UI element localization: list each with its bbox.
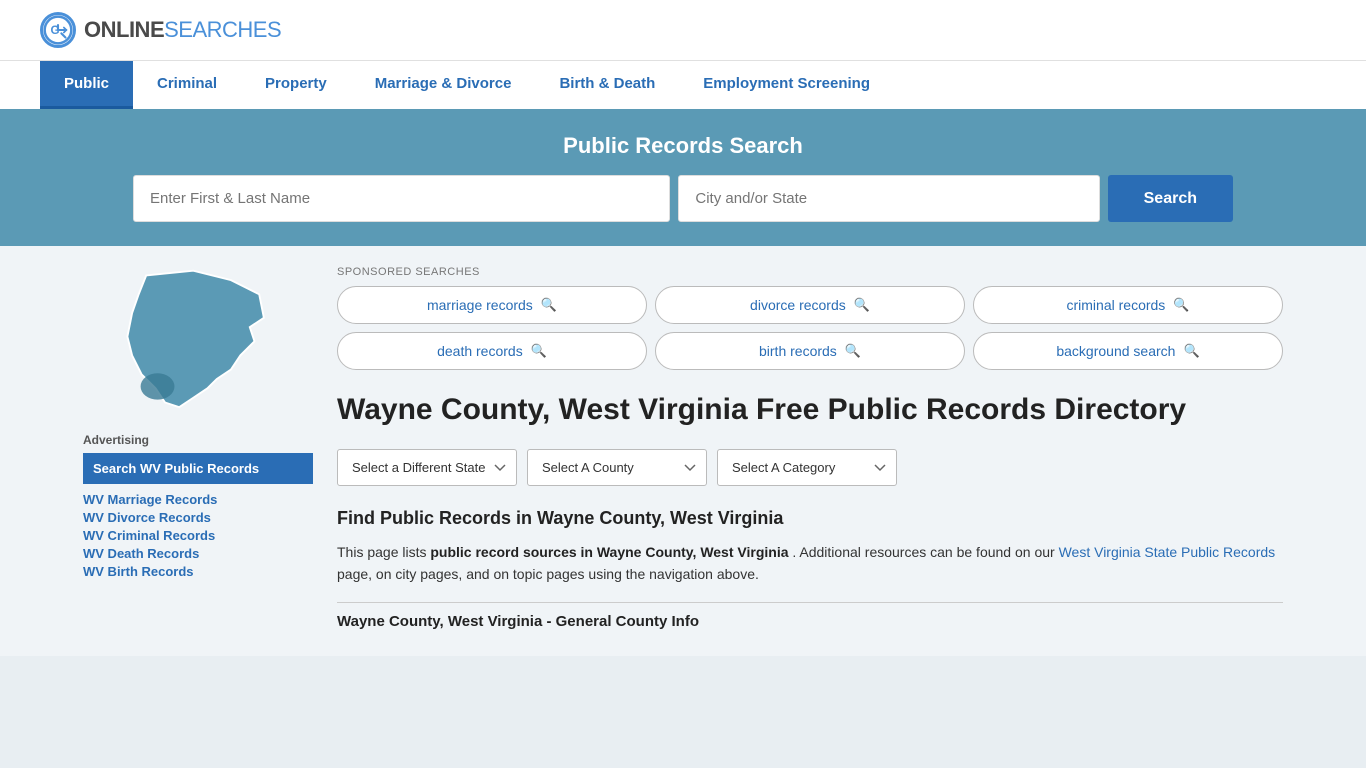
logo[interactable]: G ONLINE SEARCHES [40,12,281,48]
banner-title: Public Records Search [40,133,1326,159]
sponsored-label: SPONSORED SEARCHES [337,266,1283,278]
main-nav: Public Criminal Property Marriage & Divo… [0,60,1366,109]
sponsored-divorce-label: divorce records [750,297,846,313]
category-dropdown[interactable]: Select A Category [717,449,897,486]
sponsored-marriage-label: marriage records [427,297,533,313]
name-input[interactable] [133,175,670,222]
find-records-title: Find Public Records in Wayne County, Wes… [337,508,1283,529]
find-desc-text1: This page lists [337,544,430,560]
nav-public[interactable]: Public [40,61,133,109]
city-input[interactable] [678,175,1099,222]
search-button[interactable]: Search [1108,175,1233,222]
find-desc-text2: . Additional resources can be found on o… [792,544,1058,560]
nav-criminal[interactable]: Criminal [133,61,241,109]
nav-employment[interactable]: Employment Screening [679,61,894,109]
search-icon-2: 🔍 [854,297,870,313]
nav-marriage-divorce[interactable]: Marriage & Divorce [351,61,536,109]
wv-map [118,266,278,417]
sidebar-link-criminal[interactable]: WV Criminal Records [83,528,313,543]
sponsored-marriage[interactable]: marriage records 🔍 [337,286,647,324]
logo-text: ONLINE SEARCHES [84,17,281,43]
header: G ONLINE SEARCHES [0,0,1366,60]
sidebar-ad-label: Advertising [83,433,313,447]
banner-search-row: Search [133,175,1233,222]
county-title: Wayne County, West Virginia Free Public … [337,390,1283,429]
county-info-title: Wayne County, West Virginia - General Co… [337,602,1283,636]
search-icon-5: 🔍 [845,343,861,359]
sidebar-link-marriage[interactable]: WV Marriage Records [83,492,313,507]
state-dropdown[interactable]: Select a Different State [337,449,517,486]
sidebar-link-birth[interactable]: WV Birth Records [83,564,313,579]
sponsored-background[interactable]: background search 🔍 [973,332,1283,370]
nav-birth-death[interactable]: Birth & Death [535,61,679,109]
sponsored-birth[interactable]: birth records 🔍 [655,332,965,370]
logo-online: ONLINE [84,17,164,43]
find-desc-text3: page, on city pages, and on topic pages … [337,566,759,582]
dropdowns-row: Select a Different State Select A County… [337,449,1283,486]
logo-icon: G [40,12,76,48]
sponsored-criminal-label: criminal records [1067,297,1166,313]
main-content: Advertising Search WV Public Records WV … [63,246,1303,656]
find-records-desc: This page lists public record sources in… [337,541,1283,586]
find-desc-bold: public record sources in Wayne County, W… [430,544,788,560]
svg-text:G: G [51,24,60,37]
sponsored-death-label: death records [437,343,523,359]
sidebar: Advertising Search WV Public Records WV … [83,266,313,636]
content-area: SPONSORED SEARCHES marriage records 🔍 di… [337,266,1283,636]
search-icon-6: 🔍 [1183,343,1199,359]
search-icon-4: 🔍 [531,343,547,359]
search-icon-3: 🔍 [1173,297,1189,313]
logo-svg: G [43,12,73,48]
sponsored-grid: marriage records 🔍 divorce records 🔍 cri… [337,286,1283,370]
sidebar-ad-button[interactable]: Search WV Public Records [83,453,313,484]
nav-property[interactable]: Property [241,61,351,109]
sponsored-divorce[interactable]: divorce records 🔍 [655,286,965,324]
sponsored-background-label: background search [1056,343,1175,359]
sponsored-death[interactable]: death records 🔍 [337,332,647,370]
wv-state-records-link[interactable]: West Virginia State Public Records [1059,544,1276,560]
sidebar-links: WV Marriage Records WV Divorce Records W… [83,492,313,579]
logo-searches: SEARCHES [164,17,281,43]
sponsored-criminal[interactable]: criminal records 🔍 [973,286,1283,324]
county-dropdown[interactable]: Select A County [527,449,707,486]
sidebar-link-death[interactable]: WV Death Records [83,546,313,561]
sidebar-link-divorce[interactable]: WV Divorce Records [83,510,313,525]
sponsored-birth-label: birth records [759,343,837,359]
search-banner: Public Records Search Search [0,109,1366,246]
search-icon-1: 🔍 [541,297,557,313]
